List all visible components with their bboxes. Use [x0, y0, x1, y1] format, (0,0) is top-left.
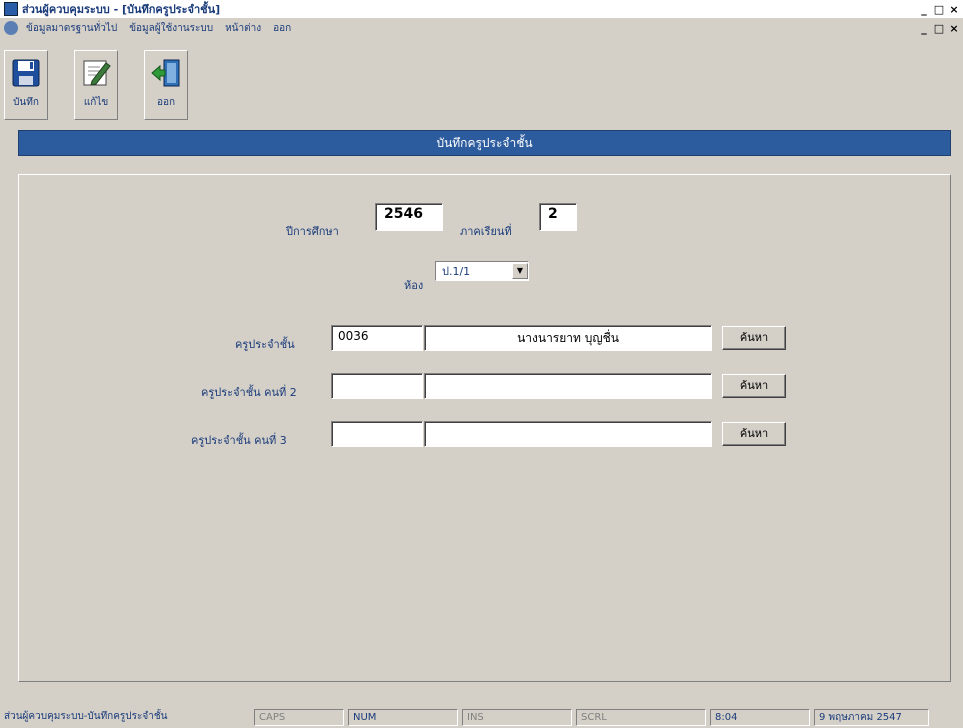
teacher3-search-button[interactable]: ค้นหา — [722, 422, 786, 446]
room-label: ห้อง — [404, 279, 424, 292]
status-time: 8:04 — [710, 708, 810, 726]
window-title: ส่วนผู้ควบคุมระบบ - [บันทึกครูประจำชั้น] — [22, 3, 221, 16]
status-bar: ส่วนผู้ควบคุมระบบ-บันทึกครูประจำชั้น CAP… — [0, 706, 963, 728]
chevron-down-icon[interactable]: ▼ — [512, 263, 528, 279]
edit-button[interactable]: แก้ไข — [74, 50, 118, 120]
status-caps: CAPS — [254, 708, 344, 726]
menu-user-data[interactable]: ข้อมูลผู้ใช้งานระบบ — [123, 21, 219, 36]
status-date: 9 พฤษภาคม 2547 — [814, 708, 929, 726]
teacher1-search-button[interactable]: ค้นหา — [722, 326, 786, 350]
exit-door-icon — [151, 59, 180, 87]
edit-pencil-icon — [83, 60, 111, 86]
status-num: NUM — [348, 708, 458, 726]
toolbar: บันทึก แก้ไข ออก — [0, 40, 963, 122]
edit-label: แก้ไข — [83, 97, 109, 108]
doc-close-button[interactable]: × — [947, 22, 961, 35]
teacher3-label: ครูประจำชั้น คนที่ 3 — [191, 434, 287, 447]
menu-exit[interactable]: ออก — [267, 21, 297, 36]
doc-restore-button[interactable]: □ — [932, 22, 946, 35]
form-banner: บันทึกครูประจำชั้น — [18, 130, 951, 156]
teacher2-label: ครูประจำชั้น คนที่ 2 — [201, 386, 297, 399]
status-caption: ส่วนผู้ควบคุมระบบ-บันทึกครูประจำชั้น — [4, 710, 168, 722]
minimize-button[interactable]: _ — [917, 3, 931, 16]
teacher3-code-field[interactable] — [331, 421, 423, 447]
teacher1-label: ครูประจำชั้น — [235, 338, 295, 351]
title-bar: ส่วนผู้ควบคุมระบบ - [บันทึกครูประจำชั้น]… — [0, 0, 963, 18]
year-label: ปีการศึกษา — [286, 225, 339, 238]
menu-bar: ข้อมูลมาตรฐานทั่วไป ข้อมูลผู้ใช้งานระบบ … — [0, 18, 963, 38]
document-controls: _ □ × — [917, 22, 961, 35]
menu-window[interactable]: หน้าต่าง — [219, 21, 267, 36]
exit-label: ออก — [156, 97, 176, 108]
year-field[interactable]: 2546 — [375, 203, 443, 231]
exit-button[interactable]: ออก — [144, 50, 188, 120]
teacher2-search-button[interactable]: ค้นหา — [722, 374, 786, 398]
teacher2-name-field[interactable] — [424, 373, 712, 399]
floppy-disk-icon — [12, 59, 40, 87]
close-button[interactable]: × — [947, 3, 961, 16]
teacher2-code-field[interactable] — [331, 373, 423, 399]
term-field[interactable]: 2 — [539, 203, 577, 231]
doc-minimize-button[interactable]: _ — [917, 22, 931, 35]
form-panel: ปีการศึกษา 2546 ภาคเรียนที่ 2 ห้อง ป.1/1… — [18, 174, 951, 682]
teacher1-code-field[interactable]: 0036 — [331, 325, 423, 351]
status-scrl: SCRL — [576, 708, 706, 726]
room-value: ป.1/1 — [442, 265, 471, 278]
save-label: บันทึก — [13, 97, 39, 108]
app-icon — [4, 2, 18, 16]
window-controls: _ □ × — [917, 3, 961, 16]
room-select[interactable]: ป.1/1 ▼ — [435, 261, 529, 281]
save-button[interactable]: บันทึก — [4, 50, 48, 120]
menu-general-data[interactable]: ข้อมูลมาตรฐานทั่วไป — [20, 21, 123, 36]
maximize-button[interactable]: □ — [932, 3, 946, 16]
status-ins: INS — [462, 708, 572, 726]
document-icon[interactable] — [4, 21, 18, 35]
teacher3-name-field[interactable] — [424, 421, 712, 447]
teacher1-name-field[interactable]: นางนารยาท บุญชื่น — [424, 325, 712, 351]
term-label: ภาคเรียนที่ — [460, 225, 512, 238]
